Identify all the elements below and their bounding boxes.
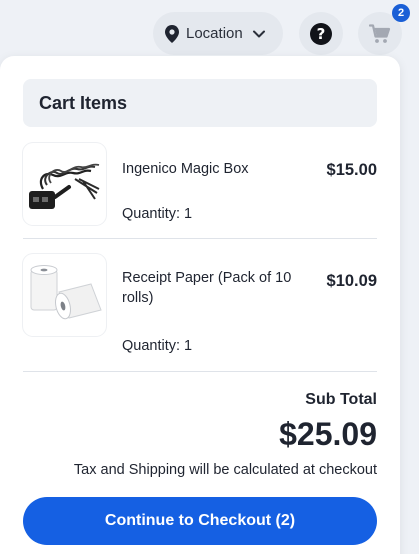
product-quantity: Quantity: 1 bbox=[122, 338, 193, 354]
help-button[interactable]: ? bbox=[299, 12, 343, 55]
shopping-cart-icon bbox=[369, 23, 391, 43]
cart-title: Cart Items bbox=[39, 92, 128, 113]
cable-device-icon bbox=[28, 163, 99, 209]
product-name[interactable]: Ingenico Magic Box bbox=[122, 159, 302, 179]
cart-header: Cart Items bbox=[23, 79, 377, 127]
cart-panel: Cart Items Ingenico Magic Box $15.00 Qua… bbox=[0, 56, 400, 554]
checkout-button[interactable]: Continue to Checkout (2) bbox=[23, 497, 377, 545]
help-icon: ? bbox=[310, 22, 332, 45]
paper-rolls-icon bbox=[30, 265, 102, 320]
item-divider bbox=[23, 371, 377, 372]
chevron-down-icon bbox=[252, 30, 265, 37]
subtotal-label: Sub Total bbox=[305, 391, 377, 408]
location-button[interactable]: Location bbox=[153, 12, 283, 55]
cart-item: Ingenico Magic Box $15.00 Quantity: 1 bbox=[23, 143, 377, 227]
product-image bbox=[23, 143, 106, 225]
map-pin-icon bbox=[165, 24, 179, 43]
product-quantity: Quantity: 1 bbox=[122, 206, 193, 222]
cart-count-badge: 2 bbox=[392, 4, 410, 22]
top-bar: Location ? 2 bbox=[0, 0, 419, 62]
product-image bbox=[23, 254, 106, 336]
product-price: $10.09 bbox=[326, 272, 377, 290]
subtotal-value: $25.09 bbox=[279, 416, 377, 452]
product-price: $15.00 bbox=[326, 161, 377, 179]
product-name[interactable]: Receipt Paper (Pack of 10 rolls) bbox=[122, 268, 302, 308]
cart-item: Receipt Paper (Pack of 10 rolls) $10.09 … bbox=[23, 254, 377, 364]
location-label: Location bbox=[186, 25, 243, 42]
item-divider bbox=[23, 238, 377, 239]
tax-shipping-note: Tax and Shipping will be calculated at c… bbox=[73, 462, 377, 478]
